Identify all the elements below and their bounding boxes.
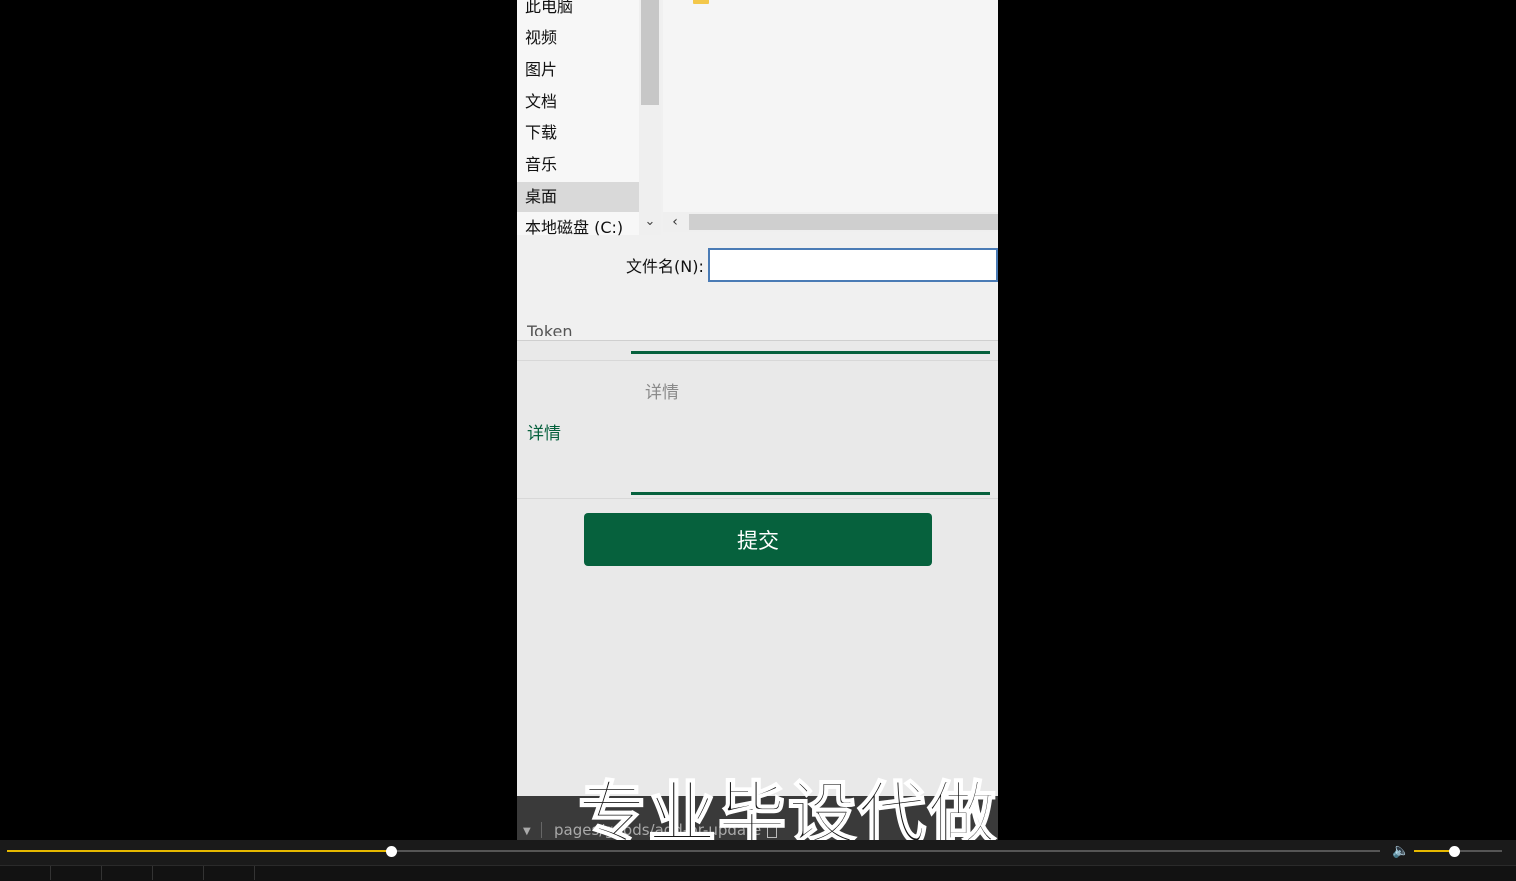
player-button[interactable] (102, 866, 153, 880)
file-dialog: 此电脑 视频 图片 文档 下载 音乐 桌面 本地磁盘 (C:) ⌄ static… (517, 0, 998, 341)
nav-item-documents[interactable]: 文档 (517, 87, 639, 117)
volume-icon[interactable]: 🔈 (1392, 843, 1409, 859)
player-button[interactable] (0, 866, 51, 880)
progress-fill (7, 850, 392, 852)
partial-field-label: Token (527, 322, 573, 336)
caret-down-icon[interactable]: ▼ (523, 826, 531, 837)
folder-icon (693, 0, 709, 4)
player-button[interactable] (51, 866, 102, 880)
filename-input[interactable] (708, 248, 998, 282)
filename-label: 文件名(N): (626, 257, 704, 276)
chevron-down-icon[interactable]: ⌄ (641, 212, 659, 232)
horizontal-scrollbar-thumb[interactable] (689, 214, 998, 230)
nav-item-music[interactable]: 音乐 (517, 150, 639, 180)
status-separator (541, 822, 542, 838)
nav-item-downloads[interactable]: 下载 (517, 118, 639, 148)
app-content: 此电脑 视频 图片 文档 下载 音乐 桌面 本地磁盘 (C:) ⌄ static… (517, 0, 998, 840)
volume-fill (1414, 850, 1454, 852)
submit-button[interactable]: 提交 (584, 513, 932, 566)
detail-underline (631, 492, 990, 495)
detail-textarea[interactable] (631, 370, 994, 498)
detail-label: 详情 (527, 424, 561, 444)
divider (517, 360, 998, 361)
nav-item-pictures[interactable]: 图片 (517, 55, 639, 85)
player-button[interactable] (204, 866, 255, 880)
chevron-left-icon[interactable]: ‹ (665, 212, 685, 232)
nav-item-videos[interactable]: 视频 (517, 23, 639, 53)
volume-knob[interactable] (1448, 846, 1460, 857)
divider (517, 498, 998, 499)
nav-scrollbar-thumb[interactable] (641, 0, 659, 105)
nav-item-desktop[interactable]: 桌面 (517, 182, 639, 212)
nav-item-this-pc[interactable]: 此电脑 (517, 0, 639, 22)
folder-item-label[interactable]: static (715, 0, 753, 4)
dialog-file-pane (663, 0, 998, 212)
dialog-nav-pane: 此电脑 视频 图片 文档 下载 音乐 桌面 本地磁盘 (C:) (517, 0, 639, 237)
nav-item-local-disk-c[interactable]: 本地磁盘 (C:) (517, 213, 639, 243)
player-button[interactable] (153, 866, 204, 880)
field-underline (631, 351, 990, 354)
